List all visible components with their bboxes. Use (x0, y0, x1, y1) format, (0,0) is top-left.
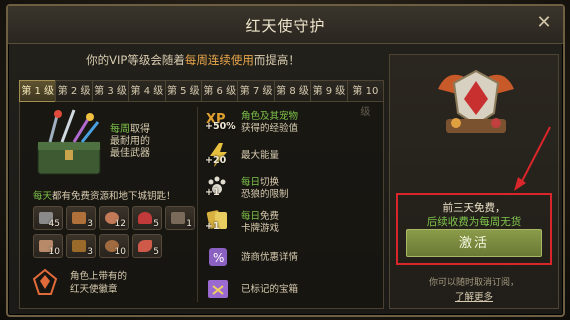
daily-highlight: 每天 (33, 191, 53, 202)
tab-level-10[interactable]: 第 10 级 (346, 80, 385, 118)
dungeon-key-icon: 1 (165, 206, 195, 230)
vip-dialog: 红天使守护 ✕ 你的VIP等级会随着每周连续使用而提高！ 第 1 级 第 2 级… (6, 4, 565, 317)
vip-subtitle: 你的VIP等级会随着每周连续使用而提高！ (8, 52, 378, 68)
resource-amount: 45 (48, 219, 60, 229)
tab-level-4[interactable]: 第 4 级 (128, 80, 165, 102)
tab-level-7[interactable]: 第 7 级 (237, 80, 274, 102)
learn-more-link[interactable]: 了解更多 (390, 289, 558, 303)
resource-amount: 12 (114, 219, 126, 229)
leather-icon: 3 (66, 234, 96, 258)
benefit-description: 最大能量 (241, 150, 280, 161)
benefit-text: 已标记的宝箱 (241, 284, 298, 296)
resource-amount: 3 (87, 219, 93, 229)
resource-amount: 3 (87, 247, 93, 257)
badge-line1: 角色上带有的 (70, 271, 128, 282)
weapon-description: 每周取得 最耐用的 最佳武器 (110, 124, 150, 160)
subtitle-highlight: 每周连续使用 (184, 53, 254, 67)
subtitle-prefix: 你的VIP等级会随着 (86, 53, 185, 67)
badge-line2: 红天使徽章 (70, 284, 118, 295)
daily-text: 都有免费资源和地下城钥匙！ (52, 191, 176, 202)
offer-price-text: 后续收费为每周无货 (426, 216, 522, 228)
level-content: 每周取得 最耐用的 最佳武器 每天都有免费资源和地下城钥匙！ 45 3 12 5… (19, 102, 384, 309)
tab-level-8[interactable]: 第 8 级 (273, 80, 311, 102)
benefit-highlight: 每日 (241, 177, 261, 188)
benefit-xp: XP +50% 角色及其宠物 获得的经验值 (205, 108, 380, 136)
red-angel-badge-icon (30, 267, 60, 297)
cancel-note: 你可以随时取消订阅， (428, 278, 519, 288)
fish-icon: 5 (132, 234, 162, 258)
benefit-highlight: 角色及其宠物 (241, 111, 299, 122)
dialog-title: 红天使守护 (245, 17, 326, 35)
red-mushroom-icon: 5 (132, 206, 162, 230)
tab-level-1[interactable]: 第 1 级 (19, 80, 56, 102)
tab-level-6[interactable]: 第 6 级 (201, 80, 238, 102)
benefit-treasure: 已标记的宝箱 (205, 276, 380, 304)
brick-icon: 10 (33, 234, 63, 258)
subtitle-suffix: 而提高！ (253, 53, 300, 67)
activate-button[interactable]: 激活 (406, 229, 542, 257)
weapon-line3: 最佳武器 (110, 148, 150, 159)
benefit-cards: +1 每日免费 卡牌游戏 (205, 208, 380, 236)
benefit-text: 最大能量 (241, 150, 279, 162)
svg-text:%: % (213, 251, 224, 265)
benefit-value: +1 (205, 187, 220, 198)
tab-level-9[interactable]: 第 9 级 (310, 80, 347, 102)
dialog-titlebar: 红天使守护 ✕ (8, 6, 563, 44)
benefit-description: 恐狼的限制 (241, 189, 289, 200)
stone-icon: 45 (33, 206, 63, 230)
trade-icon: % (205, 244, 233, 270)
benefit-trade: % 游商优惠详情 (205, 244, 380, 272)
pot-icon: 10 (99, 234, 129, 258)
benefit-energy: +20 最大能量 (205, 142, 380, 170)
close-icon[interactable]: ✕ (534, 13, 554, 33)
offer-free-trial-text: 前三天免费， (442, 202, 506, 214)
meat-icon: 12 (99, 206, 129, 230)
weapon-highlight: 每周 (110, 124, 130, 135)
benefit-description: 获得的经验值 (241, 123, 299, 134)
tab-level-2[interactable]: 第 2 级 (55, 80, 92, 102)
benefit-text: 每日切换 恐狼的限制 (241, 177, 289, 201)
benefit-description: 已标记的宝箱 (241, 284, 299, 295)
benefit-description: 游商优惠详情 (241, 252, 299, 263)
offer-highlight-box: 前三天免费， 后续收费为每周无货 激活 (396, 193, 552, 265)
benefit-highlight-suffix: 切换 (260, 177, 280, 188)
weapon-line2: 最耐用的 (110, 136, 150, 147)
treasure-map-icon (205, 276, 233, 302)
subscription-panel: 前三天免费， 后续收费为每周无货 激活 你可以随时取消订阅， 了解更多 (389, 54, 559, 309)
resource-amount: 10 (48, 247, 60, 257)
weapon-chest-icon (28, 108, 110, 180)
resource-amount: 5 (153, 247, 159, 257)
benefit-highlight: 每日 (241, 211, 261, 222)
benefit-wolf: +1 每日切换 恐狼的限制 (205, 174, 380, 202)
benefit-value: +50% (205, 121, 236, 132)
benefit-value: +1 (205, 221, 220, 232)
level-tabs: 第 1 级 第 2 级 第 3 级 第 4 级 第 5 级 第 6 级 第 7 … (19, 80, 385, 118)
column-divider (197, 107, 198, 302)
benefit-description: 卡牌游戏 (241, 223, 280, 234)
benefit-text: 角色及其宠物 获得的经验值 (241, 111, 298, 135)
wood-plank-icon: 3 (66, 206, 96, 230)
red-arrow-annotation (510, 125, 554, 193)
benefit-highlight-suffix: 免费 (260, 211, 280, 222)
resource-amount: 5 (153, 219, 159, 229)
tab-level-5[interactable]: 第 5 级 (164, 80, 202, 102)
resource-amount: 10 (114, 247, 126, 257)
badge-description: 角色上带有的 红天使徽章 (70, 270, 127, 296)
daily-resources-text: 每天都有免费资源和地下城钥匙！ (33, 188, 176, 202)
benefit-text: 每日免费 卡牌游戏 (241, 211, 279, 235)
resource-amount: 1 (186, 219, 192, 229)
benefit-value: +20 (205, 155, 227, 166)
weapon-line1: 取得 (130, 124, 150, 135)
tab-level-3[interactable]: 第 3 级 (91, 80, 129, 102)
benefit-text: 游商优惠详情 (241, 252, 298, 264)
